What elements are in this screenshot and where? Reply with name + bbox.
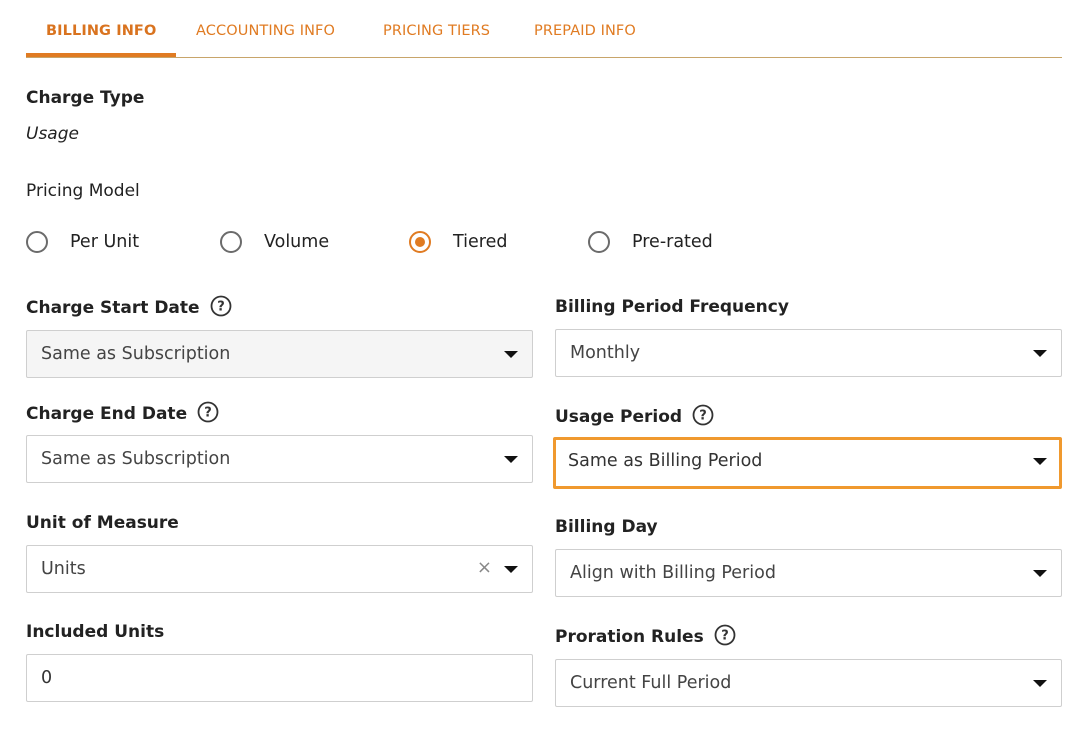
clear-icon[interactable]: × [477,557,492,578]
unit-of-measure-select[interactable]: Units × [26,545,533,593]
usage-period-value: Same as Billing Period [568,451,763,471]
chevron-down-icon[interactable] [1033,458,1047,465]
radio-button-checked-icon[interactable] [409,231,431,253]
billing-day-value: Align with Billing Period [570,563,776,583]
unit-of-measure-value: Units [41,559,86,579]
unit-of-measure-label: Unit of Measure [26,513,179,533]
included-units-value[interactable]: 0 [41,668,52,688]
chevron-down-icon[interactable] [1033,680,1047,687]
chevron-down-icon[interactable] [1033,350,1047,357]
radio-volume[interactable]: Volume [220,230,329,254]
proration-rules-select[interactable]: Current Full Period [555,659,1062,707]
chevron-down-icon[interactable] [504,351,518,358]
chevron-down-icon[interactable] [1033,570,1047,577]
question-circle-icon[interactable]: ? [197,401,219,423]
radio-button-icon[interactable] [220,231,242,253]
radio-pre-rated[interactable]: Pre-rated [588,230,713,254]
charge-start-date-value: Same as Subscription [41,344,231,364]
tab-bar: BILLING INFO ACCOUNTING INFO PRICING TIE… [26,0,1062,58]
svg-text:?: ? [217,300,225,315]
pricing-model-label: Pricing Model [26,181,140,201]
billing-period-frequency-label: Billing Period Frequency [555,297,789,317]
radio-label: Per Unit [70,232,140,252]
tab-billing-info[interactable]: BILLING INFO [46,23,156,39]
radio-button-icon[interactable] [26,231,48,253]
charge-end-date-value: Same as Subscription [41,449,231,469]
charge-start-date-label-text: Charge Start Date [26,298,200,318]
proration-rules-value: Current Full Period [570,673,732,693]
svg-text:?: ? [699,409,707,424]
usage-period-select[interactable]: Same as Billing Period [553,437,1062,489]
active-tab-indicator [26,53,176,57]
proration-rules-label-text: Proration Rules [555,627,704,647]
chevron-down-icon[interactable] [504,566,518,573]
included-units-label: Included Units [26,622,165,642]
radio-per-unit[interactable]: Per Unit [26,230,139,254]
proration-rules-label: Proration Rules? [555,624,736,648]
charge-start-date-select[interactable]: Same as Subscription [26,330,533,378]
billing-day-select[interactable]: Align with Billing Period [555,549,1062,597]
svg-text:?: ? [721,629,729,644]
usage-period-label-text: Usage Period [555,407,683,427]
tab-prepaid-info[interactable]: PREPAID INFO [534,23,636,39]
included-units-input[interactable]: 0 [26,654,533,702]
radio-label: Volume [264,232,330,252]
radio-tiered[interactable]: Tiered [409,230,507,254]
chevron-down-icon[interactable] [504,456,518,463]
charge-type-label: Charge Type [26,88,145,108]
billing-period-frequency-select[interactable]: Monthly [555,329,1062,377]
usage-period-label: Usage Period? [555,404,714,428]
question-circle-icon[interactable]: ? [210,295,232,317]
tab-pricing-tiers[interactable]: PRICING TIERS [383,23,490,39]
tab-accounting-info[interactable]: ACCOUNTING INFO [196,23,335,39]
svg-text:?: ? [204,406,212,421]
billing-day-label: Billing Day [555,517,658,537]
question-circle-icon[interactable]: ? [714,624,736,646]
billing-period-frequency-value: Monthly [570,343,641,363]
question-circle-icon[interactable]: ? [692,404,714,426]
charge-start-date-label: Charge Start Date? [26,295,232,319]
radio-button-icon[interactable] [588,231,610,253]
radio-label: Pre-rated [632,232,713,252]
charge-type-value: Usage [26,124,79,144]
radio-label: Tiered [453,232,508,252]
charge-end-date-select[interactable]: Same as Subscription [26,435,533,483]
charge-end-date-label-text: Charge End Date [26,404,188,424]
charge-end-date-label: Charge End Date? [26,401,219,425]
